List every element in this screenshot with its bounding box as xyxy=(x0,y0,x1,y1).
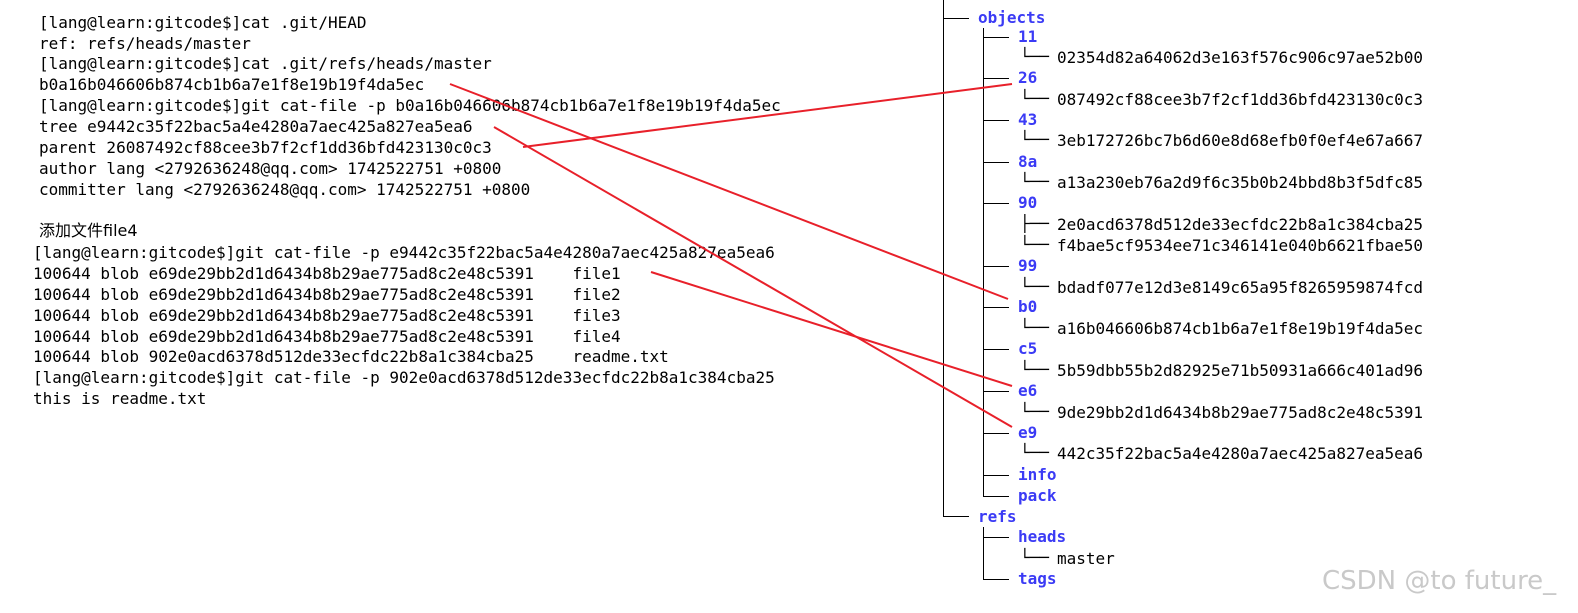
arrow-parent-to-26 xyxy=(522,83,1013,148)
arrow-commit-to-b0 xyxy=(449,83,1009,300)
arrow-blob-to-e6 xyxy=(650,271,1013,387)
watermark: CSDN @to future_ xyxy=(1322,566,1557,596)
connector-arrows xyxy=(449,83,1013,428)
arrow-tree-to-e9 xyxy=(493,126,1013,428)
